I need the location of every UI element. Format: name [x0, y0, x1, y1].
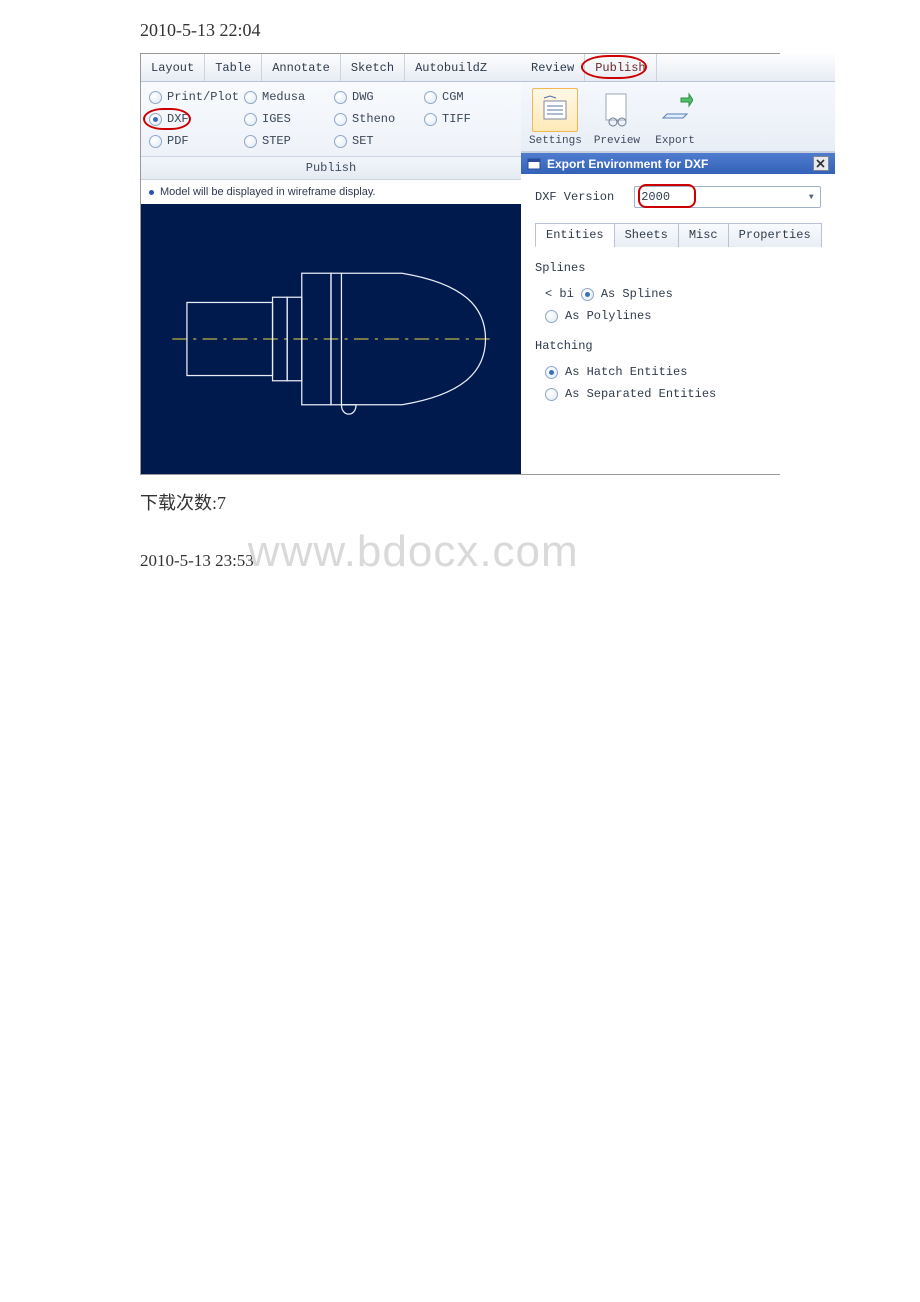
wireframe-drawing-icon: [141, 204, 521, 474]
download-count: 下载次数:7: [140, 489, 780, 515]
radio-label: Stheno: [352, 112, 395, 126]
right-panel: Review Publish Settings: [521, 54, 835, 474]
toolbar-preview[interactable]: Preview: [594, 88, 640, 147]
radio-step[interactable]: STEP: [244, 134, 334, 148]
export-icon: [652, 88, 698, 132]
tab-entities[interactable]: Entities: [535, 223, 615, 247]
left-panel: Layout Table Annotate Sketch AutobuildZ …: [141, 54, 521, 474]
radio-dot-icon: [545, 310, 558, 323]
tab-review[interactable]: Review: [521, 54, 585, 81]
toolbar-export[interactable]: Export: [652, 88, 698, 147]
panel-title: Export Environment for DXF: [547, 157, 708, 171]
menu-tabs-left: Layout Table Annotate Sketch AutobuildZ: [141, 54, 521, 82]
radio-label: PDF: [167, 134, 189, 148]
window-icon: [527, 158, 541, 170]
version-label: DXF Version: [535, 190, 614, 204]
radio-dot-icon: [545, 388, 558, 401]
toolbar-label: Export: [655, 135, 695, 147]
radio-dot-icon: [244, 113, 257, 126]
radio-cgm[interactable]: CGM: [424, 90, 513, 104]
bullet-icon: [149, 190, 154, 195]
radio-iges[interactable]: IGES: [244, 112, 334, 126]
app-window: Layout Table Annotate Sketch AutobuildZ …: [140, 53, 780, 475]
radio-dot-icon: [334, 135, 347, 148]
radio-as-polylines[interactable]: As Polylines: [535, 305, 821, 327]
radio-label: Medusa: [262, 90, 305, 104]
right-toolbar: Settings Preview Export: [521, 82, 835, 152]
version-select[interactable]: 2000 ▼: [634, 186, 820, 208]
format-radio-grid: Print/Plot Medusa DWG CGM DXF IGES Sthen…: [141, 82, 521, 157]
radio-label: Print/Plot: [167, 90, 239, 104]
hatching-group-title: Hatching: [535, 339, 821, 353]
radio-set[interactable]: SET: [334, 134, 424, 148]
toolbar-settings[interactable]: Settings: [529, 88, 582, 147]
watermark-text: www.bdocx.com: [248, 527, 579, 577]
radio-tiff[interactable]: TIFF: [424, 112, 513, 126]
export-tabs: Entities Sheets Misc Properties: [535, 222, 821, 247]
preview-icon: [594, 88, 640, 132]
radio-dot-icon: [545, 366, 558, 379]
radio-print-plot[interactable]: Print/Plot: [149, 90, 244, 104]
radio-label: STEP: [262, 134, 291, 148]
toolbar-label: Preview: [594, 135, 640, 147]
radio-dot-icon: [149, 135, 162, 148]
radio-label: DWG: [352, 90, 374, 104]
radio-medusa[interactable]: Medusa: [244, 90, 334, 104]
radio-label: As Polylines: [565, 309, 651, 323]
radio-dot-icon: [244, 91, 257, 104]
panel-title-bar: Export Environment for DXF: [521, 153, 835, 174]
close-icon: [816, 159, 825, 168]
radio-dot-icon: [581, 288, 594, 301]
radio-dot-icon: [334, 91, 347, 104]
radio-label: As Splines: [601, 287, 673, 301]
bottom-row: 2010-5-13 23:53 www.bdocx.com: [140, 527, 780, 577]
radio-dot-icon: [334, 113, 347, 126]
timestamp-top: 2010-5-13 22:04: [140, 20, 780, 41]
publish-section-label: Publish: [141, 157, 521, 180]
radio-as-separated[interactable]: As Separated Entities: [535, 383, 821, 405]
tab-misc[interactable]: Misc: [678, 223, 729, 247]
close-button[interactable]: [813, 156, 829, 171]
settings-icon: [532, 88, 578, 132]
tab-table[interactable]: Table: [205, 54, 262, 81]
menu-tabs-right: Review Publish: [521, 54, 835, 82]
drawing-viewport[interactable]: [141, 204, 521, 474]
tab-autobuildz[interactable]: AutobuildZ: [405, 54, 497, 81]
tab-sheets[interactable]: Sheets: [614, 223, 679, 247]
radio-as-splines[interactable]: < bi As Splines: [535, 283, 821, 305]
tab-sketch[interactable]: Sketch: [341, 54, 405, 81]
radio-label: IGES: [262, 112, 291, 126]
tab-properties[interactable]: Properties: [728, 223, 822, 247]
radio-stheno[interactable]: Stheno: [334, 112, 424, 126]
radio-label: As Hatch Entities: [565, 365, 687, 379]
chevron-down-icon: ▼: [809, 193, 814, 202]
radio-dot-icon: [149, 113, 162, 126]
splines-group-title: Splines: [535, 261, 821, 275]
radio-label: SET: [352, 134, 374, 148]
radio-as-hatch[interactable]: As Hatch Entities: [535, 361, 821, 383]
radio-dxf[interactable]: DXF: [149, 112, 244, 126]
tab-layout[interactable]: Layout: [141, 54, 205, 81]
version-value: 2000: [641, 190, 670, 204]
export-environment-panel: Export Environment for DXF DXF Version 2…: [521, 152, 835, 474]
toolbar-label: Settings: [529, 135, 582, 147]
radio-label: As Separated Entities: [565, 387, 716, 401]
radio-dot-icon: [424, 91, 437, 104]
radio-label: DXF: [167, 112, 189, 126]
radio-pdf[interactable]: PDF: [149, 134, 244, 148]
radio-dot-icon: [149, 91, 162, 104]
status-bar: Model will be displayed in wireframe dis…: [141, 180, 521, 204]
radio-dot-icon: [424, 113, 437, 126]
tab-annotate[interactable]: Annotate: [262, 54, 341, 81]
radio-label: CGM: [442, 90, 464, 104]
status-text: Model will be displayed in wireframe dis…: [160, 186, 376, 198]
tab-label: Publish: [595, 61, 645, 75]
timestamp-bottom: 2010-5-13 23:53: [140, 551, 254, 571]
radio-dot-icon: [244, 135, 257, 148]
radio-dwg[interactable]: DWG: [334, 90, 424, 104]
tab-publish[interactable]: Publish: [585, 54, 656, 81]
radio-label: TIFF: [442, 112, 471, 126]
